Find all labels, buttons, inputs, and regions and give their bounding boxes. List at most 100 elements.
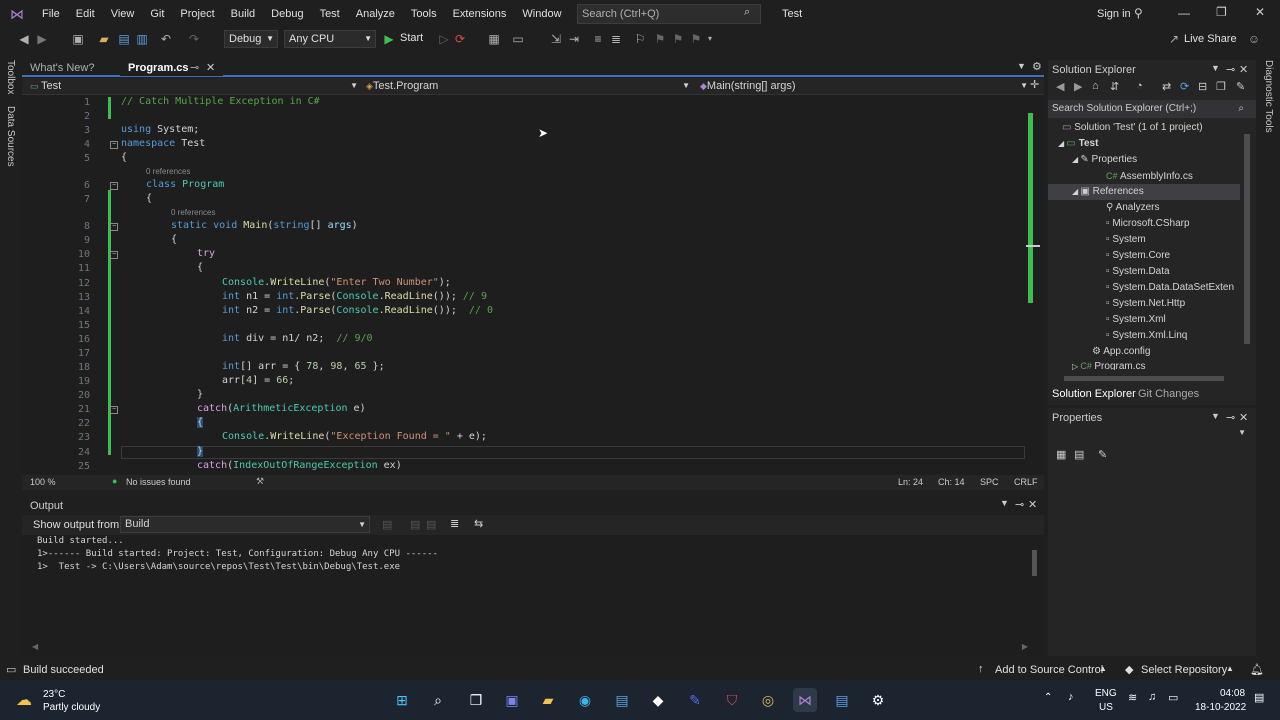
scrollbar-thumb[interactable] [1244,134,1250,344]
notepad-icon[interactable]: ▤ [830,688,854,712]
diagnostic-tools-tab[interactable]: Diagnostic Tools [1263,60,1274,133]
editor-vertical-scrollbar[interactable] [1026,95,1040,475]
menu-tools[interactable]: Tools [403,0,445,28]
menu-file[interactable]: File [34,0,68,28]
menu-extensions[interactable]: Extensions [445,0,515,28]
account-icon[interactable]: ⚲ [1134,6,1143,20]
wifi-icon[interactable]: ≋ [1128,691,1137,704]
menu-project[interactable]: Project [172,0,222,28]
scroll-right-icon[interactable]: ▶ [1022,642,1028,651]
collapse-all-icon[interactable]: ⊟ [1198,80,1207,93]
pin-icon[interactable]: ⊸ [1226,63,1235,76]
clock-time[interactable]: 04:08 [1220,688,1245,699]
forward-icon[interactable]: ▶ [34,31,50,47]
switch-views-icon[interactable]: ⇵ [1110,80,1119,93]
scrollbar-thumb[interactable] [1032,550,1037,576]
collapse-namespace-icon[interactable]: − [110,141,118,149]
task-view-icon[interactable]: ❐ [464,688,488,712]
prev-message-icon[interactable]: ▤ [410,518,420,531]
start-menu-icon[interactable]: ⊞ [390,688,414,712]
properties-icon[interactable]: ✎ [1236,80,1245,93]
select-repository-button[interactable]: Select Repository [1141,664,1227,676]
tree-item-app-config[interactable]: ⚙ App.config [1092,344,1150,360]
next-bookmark-icon[interactable]: ⚑ [670,31,686,47]
clock-date[interactable]: 18-10-2022 [1195,702,1246,713]
global-search-input[interactable]: Search (Ctrl+Q) [577,4,761,24]
menu-test[interactable]: Test [312,0,348,28]
weather-temperature[interactable]: 23°C [43,689,65,700]
tree-item-solution[interactable]: ▭ Solution 'Test' (1 of 1 project) [1062,120,1203,136]
attach-icon[interactable]: ▷ [436,31,452,47]
output-vertical-scrollbar[interactable] [1028,536,1042,640]
back-icon[interactable]: ◀ [16,31,32,47]
toolbox-tab[interactable]: Toolbox [5,60,16,94]
sync-icon[interactable]: ⇄ [1162,80,1171,93]
zoom-level[interactable]: 100 % [30,477,56,487]
weather-icon[interactable]: ☁ [16,690,32,710]
menu-build[interactable]: Build [223,0,263,28]
output-horizontal-scrollbar[interactable]: ◀ ▶ [32,642,1028,654]
find-message-icon[interactable]: ▤ [382,518,392,531]
object-selector-dropdown[interactable]: ▼ [1048,428,1252,442]
menu-view[interactable]: View [103,0,143,28]
member-dropdown[interactable]: ◆Main(string[] args) ▼ [700,78,1028,94]
data-sources-tab[interactable]: Data Sources [5,106,16,167]
hot-reload-icon[interactable]: ⟳ [452,31,468,47]
visual-studio-icon[interactable]: ⋈ [793,688,817,712]
volume-icon[interactable]: ♫ [1148,691,1156,703]
project-dropdown[interactable]: ▭ Test ▼ [30,78,358,94]
live-share-button[interactable]: Live Share [1184,33,1237,45]
save-all-icon[interactable]: ▥ [134,31,150,47]
start-button[interactable]: Start [400,32,423,44]
live-share-icon[interactable]: ↗ [1166,31,1182,47]
panel-menu-icon[interactable]: ▼ [1211,411,1220,421]
refresh-icon[interactable]: ⟳ [1180,80,1189,93]
tree-item-reference[interactable]: ▫ System.Net.Http [1106,296,1185,312]
tab-git-changes[interactable]: Git Changes [1138,388,1199,400]
tree-vertical-scrollbar[interactable] [1242,122,1252,370]
alphabetical-icon[interactable]: ▤ [1074,448,1084,461]
brush-icon[interactable]: ⚒ [256,476,264,487]
close-icon[interactable]: ✕ [1255,5,1265,19]
pin-icon[interactable]: ⊸ [190,60,199,76]
notifications-icon[interactable]: 🔔︎ [1250,663,1264,676]
tab-program-cs[interactable]: Program.cs ⊸ ✕ [120,60,223,76]
step-over-icon[interactable]: ⇥ [566,31,582,47]
menu-edit[interactable]: Edit [68,0,103,28]
chevron-up-icon[interactable]: ⌃ [1044,692,1052,703]
tree-item-reference[interactable]: ▫ Microsoft.CSharp [1106,216,1190,232]
whitespace-mode[interactable]: SPC [980,477,999,487]
layout-icon[interactable]: ▭ [510,31,526,47]
code-editor[interactable]: 1 2 3 4 5 6 7 8 9 10 11 12 13 14 15 16 1… [22,95,1044,475]
column-position[interactable]: Ch: 14 [938,477,965,487]
back-icon[interactable]: ◀ [1056,80,1064,93]
codelens-references[interactable]: 0 references [146,167,190,176]
browse-icon[interactable]: ▦ [486,31,502,47]
new-project-icon[interactable]: ▣ [70,31,86,47]
scroll-left-icon[interactable]: ◀ [32,642,38,651]
minimize-icon[interactable]: — [1178,6,1190,20]
open-folder-icon[interactable]: ▰ [96,31,112,47]
scrollbar-thumb[interactable] [1028,113,1033,303]
tree-item-project[interactable]: ◢ ▭ Test [1058,136,1098,152]
home-icon[interactable]: ⌂ [1092,80,1099,92]
categorized-icon[interactable]: ▦ [1056,448,1066,461]
collapse-method-icon[interactable]: − [110,223,118,231]
next-message-icon[interactable]: ▤ [426,518,436,531]
pen-app-icon[interactable]: ✎ [683,688,707,712]
store-icon[interactable]: ▤ [610,688,634,712]
weather-condition[interactable]: Partly cloudy [43,702,100,713]
undo-icon[interactable]: ↶ [158,31,174,47]
menu-window[interactable]: Window [514,0,569,28]
recording-app-icon[interactable]: ⚙ [866,688,890,712]
tree-item-properties[interactable]: ◢ ✎ Properties [1072,152,1137,168]
save-icon[interactable]: ▤ [116,31,132,47]
tree-item-reference[interactable]: ▫ System.Data [1106,264,1170,280]
add-to-source-control-button[interactable]: Add to Source Control [995,664,1103,676]
step-icon[interactable]: ⇲ [548,31,564,47]
line-ending[interactable]: CRLF [1014,477,1038,487]
tab-overflow-icon[interactable]: ▼ [1017,61,1026,71]
tab-whats-new[interactable]: What's New? [22,60,102,76]
tree-item-reference[interactable]: ▫ System.Xml.Linq [1106,328,1187,344]
toolbar-overflow-icon[interactable]: ▾ [702,31,718,47]
